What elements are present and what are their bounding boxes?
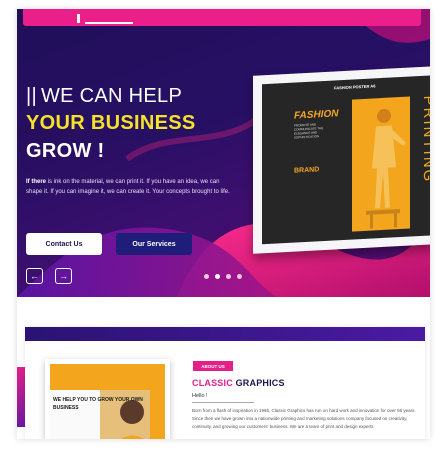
model-figure-illustration: [366, 108, 406, 229]
slider-prev-button[interactable]: ←: [26, 268, 43, 284]
about-section: WE HELP YOU TO GROW YOUR OWN BUSINESS AB…: [25, 327, 425, 439]
slider-dot-2[interactable]: [215, 274, 220, 279]
poster-printing-text: PRINTING: [420, 95, 430, 184]
about-image-card: WE HELP YOU TO GROW YOUR OWN BUSINESS: [45, 359, 170, 439]
poster-subtag: PROMOTE AND COMMUNICATE THE ELEGANCE AND…: [294, 122, 324, 140]
hero-headline-line1: || WE CAN HELP: [26, 83, 182, 109]
active-nav-underline: [85, 22, 133, 24]
poster-model-panel: [352, 96, 410, 232]
about-top-stripe: [25, 327, 425, 341]
poster-fashion-heading: FASHION: [294, 108, 339, 122]
arrow-right-icon: →: [59, 271, 68, 281]
slider-dot-3[interactable]: [226, 274, 231, 279]
fashion-poster-image: FASHION POSTER A6 FASHION PROMOTE AND CO…: [262, 75, 430, 245]
hero-headline-line2: YOUR BUSINESS: [26, 112, 196, 134]
about-image: WE HELP YOU TO GROW YOUR OWN BUSINESS: [50, 364, 165, 439]
arrow-left-icon: ←: [30, 271, 39, 281]
about-title-part2: GRAPHICS: [232, 378, 285, 388]
headline-text-1: WE CAN HELP: [41, 85, 183, 107]
slider-dot-4[interactable]: [237, 274, 242, 279]
poster-mockup: FASHION POSTER A6 FASHION PROMOTE AND CO…: [253, 66, 430, 254]
hero-banner: || WE CAN HELP YOUR BUSINESS GROW ! If th…: [17, 9, 430, 297]
hero-description-rest: is ink on the material, we can print it.…: [26, 179, 230, 195]
about-body-text: Born from a flash of inspiration in 1965…: [192, 408, 416, 429]
slider-next-button[interactable]: →: [55, 268, 72, 284]
hero-description: If there is ink on the material, we can …: [26, 177, 236, 197]
about-hello: Hello !: [192, 393, 208, 399]
poster-brand-label: BRAND: [294, 166, 320, 175]
slider-pagination: [204, 274, 242, 279]
hero-headline-line3: GROW !: [26, 140, 105, 162]
nav-marker: [77, 14, 80, 23]
slider-dot-1[interactable]: [204, 274, 209, 279]
about-image-promo-text: WE HELP YOU TO GROW YOUR OWN BUSINESS: [53, 397, 143, 411]
our-services-button[interactable]: Our Services: [116, 233, 192, 255]
headline-bars: ||: [26, 85, 37, 107]
about-title-part1: CLASSIC: [192, 378, 233, 388]
about-us-badge: ABOUT US: [193, 361, 233, 371]
hero-description-lead: If there: [26, 179, 47, 185]
poster-small-title: FASHION POSTER A6: [334, 83, 376, 91]
about-divider: [192, 402, 254, 403]
page-frame: || WE CAN HELP YOUR BUSINESS GROW ! If th…: [17, 9, 430, 439]
contact-us-button[interactable]: Contact Us: [26, 233, 102, 255]
top-navigation-bar: [23, 9, 421, 26]
about-title: CLASSIC GRAPHICS: [192, 378, 285, 388]
